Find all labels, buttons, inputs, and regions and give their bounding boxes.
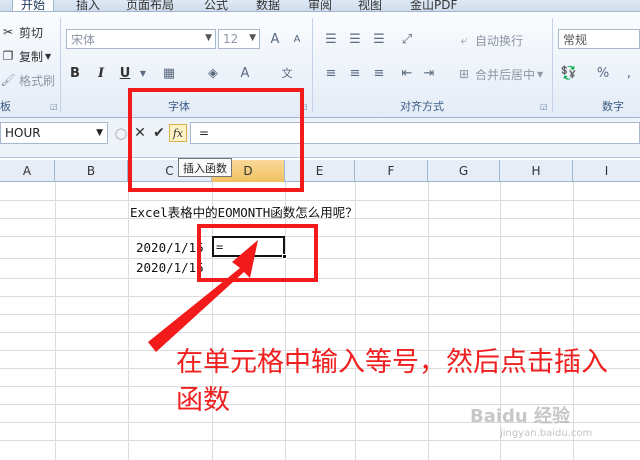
baidu-watermark: Baidu 经验 [470,406,571,427]
baidu-watermark-url: jingyan.baidu.com [500,428,593,439]
insert-function-tooltip: 插入函数 [178,158,232,177]
